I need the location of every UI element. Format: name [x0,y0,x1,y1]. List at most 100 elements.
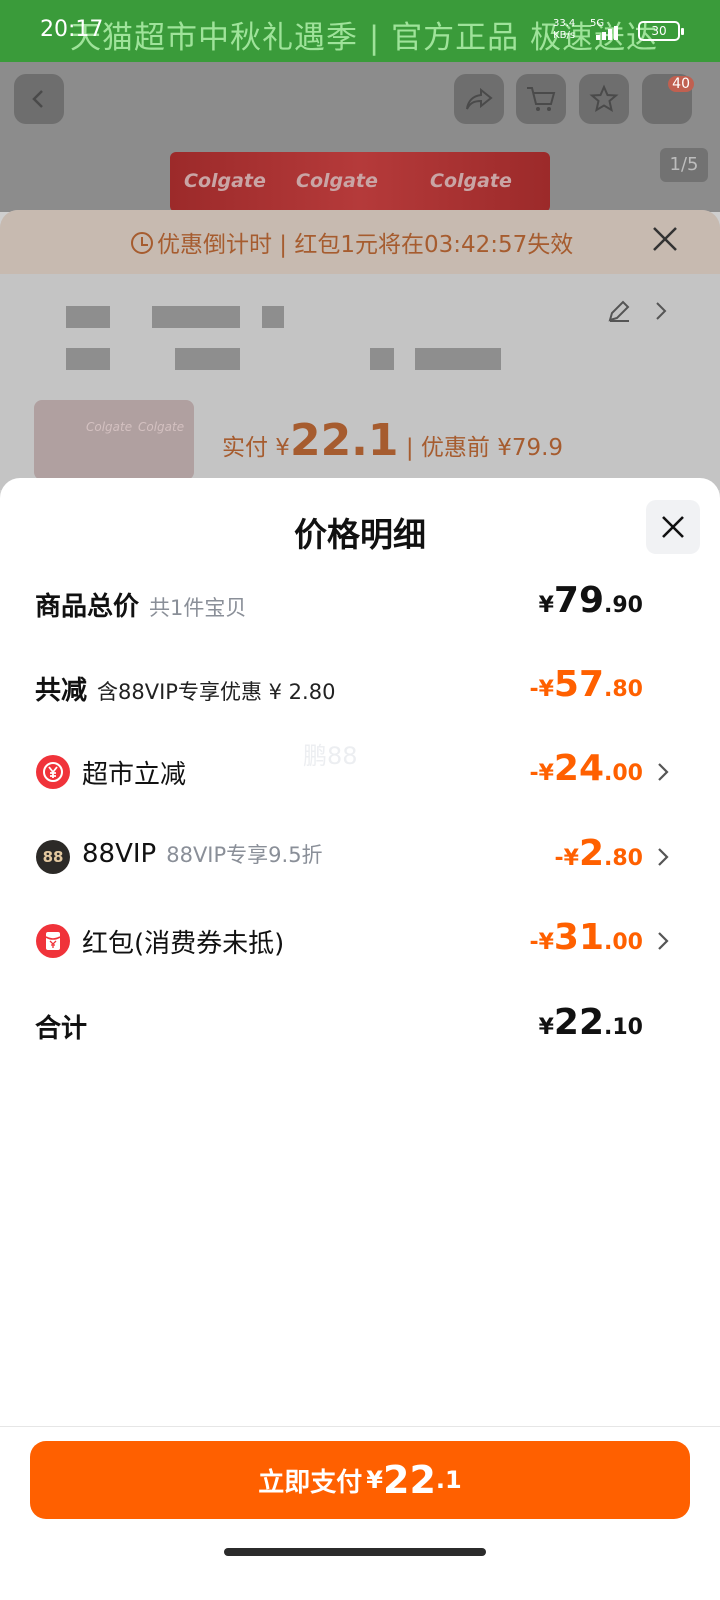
sheet-title: 价格明细 [294,515,426,554]
supermarket-discount-amount: -¥24.00 [529,748,643,789]
countdown-text: 优惠倒计时 | 红包1元将在03:42:57失效 [131,225,573,259]
total-discount-label: 共减 含88VIP专享优惠 ¥ 2.80 [35,670,335,707]
chevron-right-icon [658,848,669,866]
amount-integer: 22 [553,1002,605,1043]
pay-now-label: 立即支付 [258,1467,363,1498]
blurred-text [415,348,501,370]
home-indicator[interactable] [224,1548,486,1556]
row-goods-total: 商品总价 共1件宝贝 ¥79.90 [0,574,720,634]
countdown-label: 优惠倒计时 | 红包1元将在03:42:57失效 [157,232,574,258]
blurred-text [262,306,284,328]
product-brand-label: Colgate [296,170,378,192]
amount-integer: 79 [553,580,605,621]
close-icon [662,516,684,538]
star-icon [589,84,619,113]
vip-88-icon: 88 [36,840,70,874]
blurred-text [175,348,240,370]
grand-total-amount: ¥22.10 [539,1002,643,1043]
goods-count: 共1件宝贝 [149,596,247,620]
product-image: Colgate Colgate Colgate [170,152,550,212]
grand-total-label: 合计 [35,1014,88,1044]
amount-decimal: .10 [604,1015,643,1040]
amount-decimal: .80 [604,846,643,871]
blurred-text [152,306,240,328]
amount-decimal: .90 [604,593,643,618]
status-net-speed: 33.4 KB/s [553,18,575,42]
pay-currency-symbol: ¥ [366,1466,383,1494]
order-sheet-background: 优惠倒计时 | 红包1元将在03:42:57失效 Colgate Colgate… [0,210,720,490]
currency-symbol: ¥ [538,1015,554,1040]
pay-amount-decimal: .1 [435,1466,462,1494]
chevron-right-icon[interactable] [654,300,668,322]
currency-symbol: -¥ [529,677,554,702]
price-detail-sheet: 价格明细 商品总价 共1件宝贝 ¥79.90 共减 含88VIP专享优惠 ¥ 2.8… [0,478,720,1600]
goods-total-title: 商品总价 [35,592,140,622]
watermark: 鹏88 [303,742,358,770]
currency-symbol: -¥ [554,846,579,871]
total-discount-amount: -¥57.80 [529,664,643,705]
gallery-counter: 1/5 [660,148,708,182]
red-packet-label: 红包(消费券未抵) [82,929,285,959]
vip-discount-label: 88VIP 88VIP专享9.5折 [82,839,323,869]
close-button[interactable] [646,500,700,554]
product-brand-label: Colgate [184,170,266,192]
original-price-text: | 优惠前 ¥79.9 [398,435,564,461]
product-header: 40 Colgate Colgate Colgate 1/5 [0,62,720,212]
currency-symbol: ¥ [538,593,554,618]
blurred-text [66,306,110,328]
row-red-packet[interactable]: 红包(消费券未抵) -¥31.00 [0,911,720,971]
signal-icon [596,26,618,40]
product-thumbnail: Colgate Colgate [34,400,194,480]
cart-icon [527,87,556,111]
actual-pay-prefix: 实付 ¥ [222,435,290,461]
share-button[interactable] [454,74,504,124]
red-packet-amount: -¥31.00 [529,917,643,958]
amount-integer: 31 [553,917,605,958]
row-grand-total: 合计 ¥22.10 [0,996,720,1056]
red-packet-icon [36,924,70,958]
more-button[interactable]: 40 [642,74,694,124]
currency-symbol: -¥ [529,930,554,955]
net-speed-unit: KB/s [553,30,576,41]
footer-divider [0,1426,720,1427]
amount-integer: 2 [578,833,605,874]
vip-discount-amount: -¥2.80 [555,833,644,874]
chevron-left-icon [32,90,43,108]
blurred-text [370,348,394,370]
edit-icon[interactable] [606,298,632,324]
row-supermarket-discount[interactable]: 超市立减 -¥24.00 [0,742,720,802]
goods-total-amount: ¥79.90 [539,580,643,621]
currency-symbol: -¥ [529,761,554,786]
clock-icon [131,232,153,254]
amount-decimal: .80 [604,677,643,702]
vip-discount-note: 含88VIP专享优惠 ¥ 2.80 [97,680,336,704]
vip-discount-desc: 88VIP专享9.5折 [166,843,323,867]
actual-pay-line: 实付 ¥22.1 | 优惠前 ¥79.9 [222,415,563,466]
chevron-right-icon [658,763,669,781]
total-discount-title: 共减 [35,676,88,706]
vip-title: 88VIP [82,839,157,869]
product-brand-label: Colgate [138,420,185,434]
net-speed-value: 33.4 [553,18,576,29]
row-total-discount: 共减 含88VIP专享优惠 ¥ 2.80 -¥57.80 [0,658,720,718]
close-icon[interactable] [650,224,680,254]
pay-now-button[interactable]: 立即支付 ¥22.1 [30,1441,690,1519]
back-button[interactable] [14,74,64,124]
favorite-button[interactable] [579,74,629,124]
actual-pay-amount: 22.1 [289,415,399,466]
yuan-discount-icon [36,755,70,789]
product-brand-label: Colgate [86,420,133,434]
battery-icon: 30 [638,21,684,41]
share-icon [466,87,493,110]
countdown-header: 优惠倒计时 | 红包1元将在03:42:57失效 [0,210,720,274]
amount-integer: 24 [553,748,605,789]
amount-integer: 57 [553,664,605,705]
supermarket-discount-label: 超市立减 [82,760,187,790]
status-time: 20:17 [40,17,104,42]
amount-decimal: .00 [604,761,643,786]
cart-button[interactable] [516,74,566,124]
blurred-text [66,348,110,370]
goods-total-label: 商品总价 共1件宝贝 [35,586,246,623]
cart-count-badge: 40 [668,76,694,92]
row-88vip-discount[interactable]: 88 88VIP 88VIP专享9.5折 -¥2.80 [0,827,720,887]
